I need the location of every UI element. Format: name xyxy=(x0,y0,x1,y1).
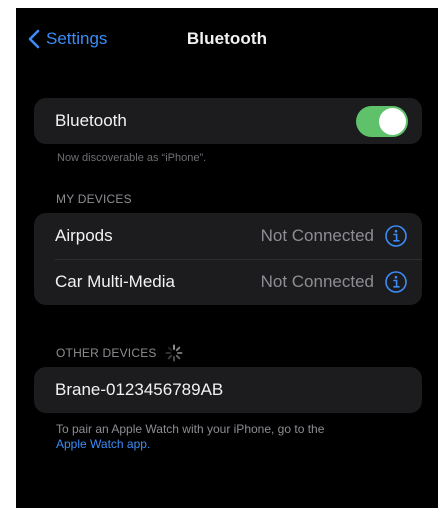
toggle-knob xyxy=(379,107,406,135)
navigation-bar: Settings Bluetooth xyxy=(16,8,438,72)
discoverable-note: Now discoverable as “iPhone”. xyxy=(57,152,207,164)
bluetooth-label: Bluetooth xyxy=(55,111,127,130)
my-devices-group: Airpods Not Connected Car Multi-Media No… xyxy=(34,213,422,305)
device-name: Airpods xyxy=(55,226,113,245)
page-title: Bluetooth xyxy=(186,29,268,48)
my-devices-header-label: MY DEVICES xyxy=(56,192,132,206)
apple-watch-app-link[interactable]: Apple Watch app. xyxy=(56,437,150,451)
other-devices-header-label: OTHER DEVICES xyxy=(56,346,157,360)
bluetooth-settings-screen: Settings Bluetooth Bluetooth Now discove… xyxy=(16,8,438,508)
info-circle-icon[interactable] xyxy=(384,224,408,248)
apple-watch-note: To pair an Apple Watch with your iPhone,… xyxy=(56,422,396,452)
info-circle-icon[interactable] xyxy=(384,270,408,294)
apple-watch-note-text: To pair an Apple Watch with your iPhone,… xyxy=(56,422,325,436)
my-devices-header: MY DEVICES xyxy=(56,192,132,206)
device-row-car-multi-media[interactable]: Car Multi-Media Not Connected xyxy=(34,259,422,305)
device-row-airpods[interactable]: Airpods Not Connected xyxy=(34,213,422,259)
bluetooth-toggle-group: Bluetooth xyxy=(34,98,422,144)
bluetooth-toggle[interactable] xyxy=(356,105,408,137)
bluetooth-row: Bluetooth xyxy=(34,98,422,144)
device-status: Not Connected xyxy=(260,272,374,291)
device-name: Car Multi-Media xyxy=(55,272,175,291)
other-devices-group: Brane-0123456789AB xyxy=(34,367,422,413)
device-status: Not Connected xyxy=(260,226,374,245)
spinner-icon xyxy=(165,344,183,362)
other-devices-header: OTHER DEVICES xyxy=(56,344,183,362)
device-name: Brane-0123456789AB xyxy=(55,380,224,399)
device-row-brane[interactable]: Brane-0123456789AB xyxy=(34,367,422,413)
